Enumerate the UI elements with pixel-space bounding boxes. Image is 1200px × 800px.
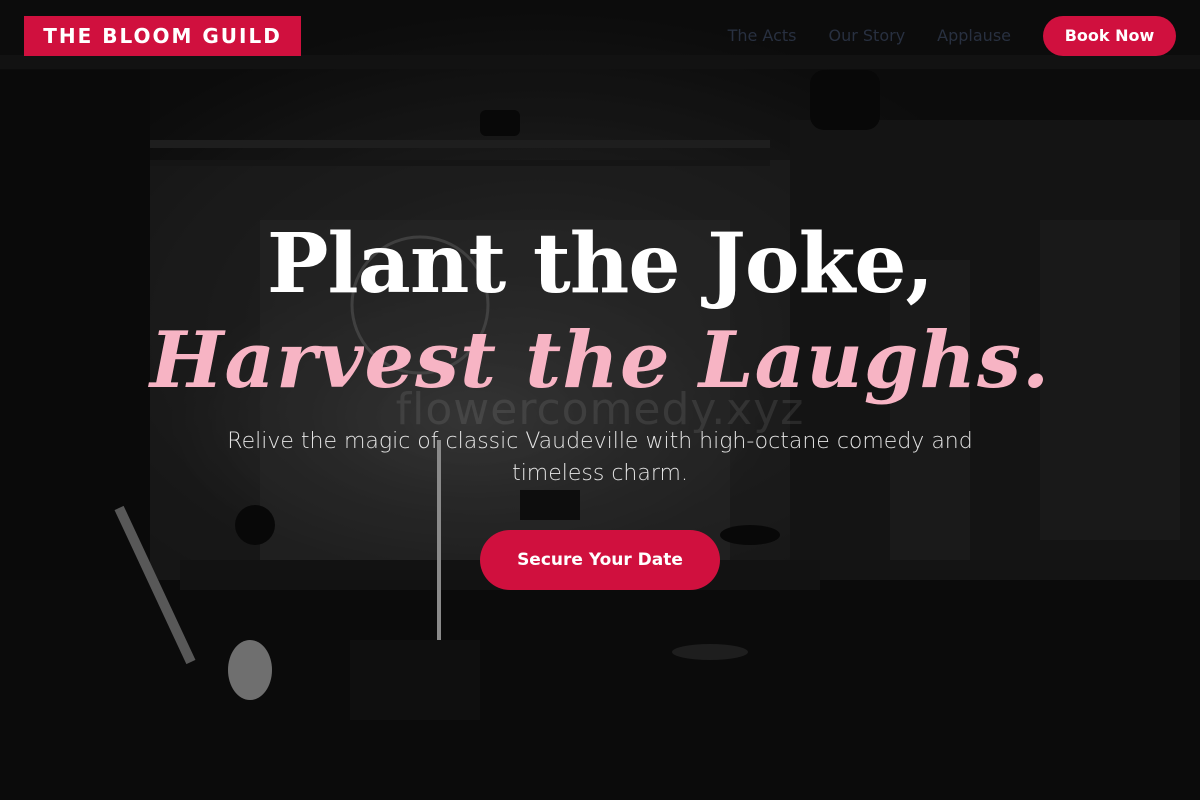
hero-section: Plant the Joke, Harvest the Laughs. flow… [0, 0, 1200, 800]
secure-your-date-button[interactable]: Secure Your Date [480, 530, 720, 590]
hero-subtitle: Relive the magic of classic Vaudeville w… [227, 429, 973, 486]
hero-headline-line1: Plant the Joke, [266, 216, 934, 312]
